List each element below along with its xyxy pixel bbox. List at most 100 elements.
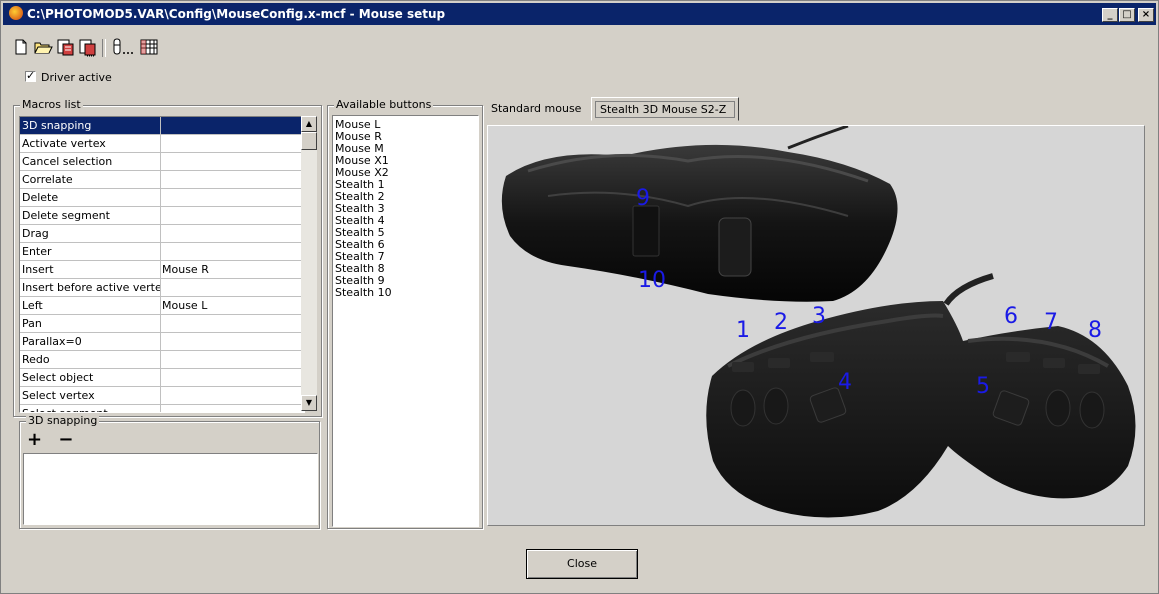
add-button[interactable]: + xyxy=(27,429,42,450)
column-divider xyxy=(160,261,161,279)
macro-name: Insert before active vertex xyxy=(22,281,160,294)
macro-name: Delete segment xyxy=(22,209,110,222)
macro-row[interactable]: Left Mouse L xyxy=(20,297,304,315)
macro-name: Insert xyxy=(22,263,54,276)
app-icon xyxy=(9,6,23,20)
snapping-list[interactable] xyxy=(23,453,318,525)
macro-row[interactable]: Insert before active vertex xyxy=(20,279,304,297)
macro-name: Parallax=0 xyxy=(22,335,82,348)
close-button[interactable]: Close xyxy=(526,549,638,579)
scroll-thumb[interactable] xyxy=(301,132,317,150)
macro-name: Delete xyxy=(22,191,59,204)
macro-row[interactable]: Activate vertex xyxy=(20,135,304,153)
snapping-controls: + − xyxy=(27,429,73,450)
column-divider xyxy=(160,333,161,351)
tab-standard-mouse[interactable]: Standard mouse xyxy=(485,97,585,119)
macro-name: Activate vertex xyxy=(22,137,106,150)
mouse-setup-window: C:\PHOTOMOD5.VAR\Config\MouseConfig.x-mc… xyxy=(0,0,1159,594)
macro-row[interactable]: Parallax=0 xyxy=(20,333,304,351)
button-label-3: 3 xyxy=(812,304,826,329)
macro-row[interactable]: Drag xyxy=(20,225,304,243)
save-as-icon[interactable] xyxy=(77,37,97,57)
column-divider xyxy=(160,387,161,405)
macros-table[interactable]: 3D snapping Activate vertex Cancel selecti… xyxy=(19,116,305,413)
macro-row[interactable]: 3D snapping xyxy=(20,117,304,135)
title-bar: C:\PHOTOMOD5.VAR\Config\MouseConfig.x-mc… xyxy=(3,3,1156,25)
column-divider xyxy=(160,153,161,171)
save-icon[interactable] xyxy=(55,37,75,57)
macro-name: Cancel selection xyxy=(22,155,113,168)
macro-name: 3D snapping xyxy=(22,119,92,132)
available-buttons-title: Available buttons xyxy=(334,98,434,111)
column-divider xyxy=(160,243,161,261)
column-divider xyxy=(160,279,161,297)
column-divider xyxy=(160,135,161,153)
column-divider xyxy=(160,351,161,369)
tab-stealth-3d-mouse[interactable]: Stealth 3D Mouse S2-Z xyxy=(591,97,739,121)
macro-name: Select object xyxy=(22,371,94,384)
macro-name: Select segment xyxy=(22,407,160,412)
macros-scrollbar[interactable]: ▲ ▼ xyxy=(301,116,317,411)
macro-row[interactable]: Delete xyxy=(20,189,304,207)
scroll-up-button[interactable]: ▲ xyxy=(301,116,317,132)
macro-row[interactable]: Enter xyxy=(20,243,304,261)
driver-active-checkbox[interactable]: ✓ xyxy=(25,69,36,82)
column-divider xyxy=(160,369,161,387)
macro-name: Pan xyxy=(22,317,42,330)
toolbar-separator xyxy=(102,39,106,57)
column-divider xyxy=(160,315,161,333)
remove-button[interactable]: − xyxy=(58,429,73,450)
macro-button: Mouse L xyxy=(162,299,208,312)
window-title: C:\PHOTOMOD5.VAR\Config\MouseConfig.x-mc… xyxy=(27,7,446,21)
macro-name: Redo xyxy=(22,353,50,366)
macro-row[interactable]: Redo xyxy=(20,351,304,369)
new-file-icon[interactable] xyxy=(11,37,31,57)
column-divider xyxy=(160,207,161,225)
macro-name: Drag xyxy=(22,227,49,240)
maximize-button[interactable]: □ xyxy=(1119,8,1135,22)
minimize-button[interactable]: _ xyxy=(1102,8,1118,22)
macro-row[interactable]: Cancel selection xyxy=(20,153,304,171)
check-mark: ✓ xyxy=(26,69,36,82)
button-label-2: 2 xyxy=(774,310,788,335)
close-window-button[interactable]: × xyxy=(1138,8,1154,22)
scroll-down-button[interactable]: ▼ xyxy=(301,395,317,411)
button-label-1: 1 xyxy=(736,318,750,343)
button-label-5: 5 xyxy=(976,374,990,399)
macro-name: Enter xyxy=(22,245,52,258)
macro-name: Select vertex xyxy=(22,389,95,402)
driver-active-label: Driver active xyxy=(41,71,112,84)
mouse-settings-icon[interactable] xyxy=(109,37,133,57)
grid-icon[interactable] xyxy=(139,37,159,57)
column-divider xyxy=(160,225,161,243)
macro-button: Mouse R xyxy=(162,263,209,276)
button-label-10: 10 xyxy=(638,268,666,293)
tab-standard-mouse-label: Standard mouse xyxy=(491,102,582,115)
macro-name: Correlate xyxy=(22,173,73,186)
mouse-image-panel: 1 2 3 4 5 6 7 8 9 10 xyxy=(487,125,1145,526)
button-label-8: 8 xyxy=(1088,318,1102,343)
macro-row[interactable]: Select segment xyxy=(20,405,304,412)
macro-row[interactable]: Insert Mouse R xyxy=(20,261,304,279)
macro-row[interactable]: Select vertex xyxy=(20,387,304,405)
available-button-item[interactable]: Stealth 10 xyxy=(335,286,392,299)
column-divider xyxy=(160,405,161,412)
button-label-4: 4 xyxy=(838,370,852,395)
button-label-7: 7 xyxy=(1044,310,1058,335)
open-folder-icon[interactable] xyxy=(33,37,53,57)
column-divider xyxy=(160,117,161,135)
column-divider xyxy=(160,171,161,189)
button-label-9: 9 xyxy=(636,186,650,211)
macro-row[interactable]: Pan xyxy=(20,315,304,333)
available-buttons-list[interactable]: Mouse L Mouse R Mouse M Mouse X1 Mouse X2 Ste… xyxy=(332,115,479,527)
macro-row[interactable]: Correlate xyxy=(20,171,304,189)
snapping-group-title: 3D snapping xyxy=(26,414,100,427)
tab-stealth-label: Stealth 3D Mouse S2-Z xyxy=(600,103,727,116)
macro-name: Left xyxy=(22,299,43,312)
column-divider xyxy=(160,297,161,315)
button-label-6: 6 xyxy=(1004,304,1018,329)
column-divider xyxy=(160,189,161,207)
macro-row[interactable]: Delete segment xyxy=(20,207,304,225)
macros-list-title: Macros list xyxy=(20,98,83,111)
macro-row[interactable]: Select object xyxy=(20,369,304,387)
